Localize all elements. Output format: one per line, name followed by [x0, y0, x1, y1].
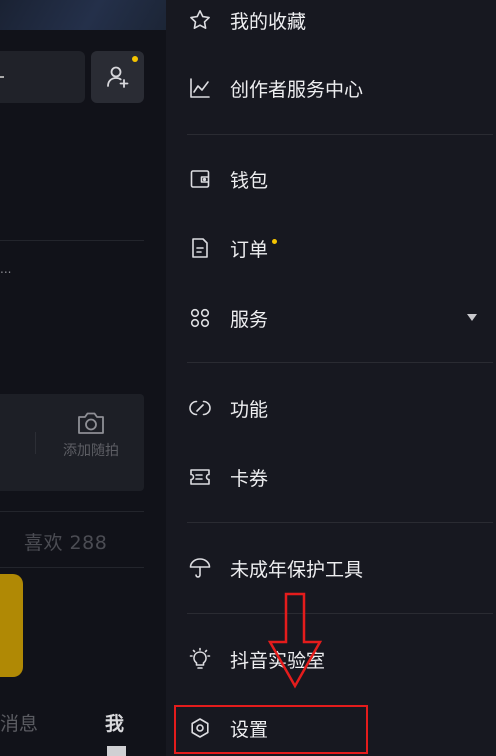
menu-item-label: 未成年保护工具 [230, 558, 364, 581]
grid-icon [187, 305, 213, 331]
tab-me[interactable]: 我 [105, 709, 124, 736]
divider [187, 613, 493, 614]
likes-tab[interactable]: 喜欢 288 [24, 528, 107, 555]
add-moment-label: 添加随拍 [63, 443, 119, 459]
notification-dot [272, 238, 278, 244]
profile-banner [0, 0, 166, 30]
chart-icon [187, 75, 213, 101]
umbrella-icon [187, 555, 213, 581]
yellow-card [0, 574, 23, 677]
order-icon [187, 235, 213, 261]
menu-item-creator-center[interactable]: 创作者服务中心 [187, 68, 487, 108]
add-friend-icon [106, 66, 128, 88]
menu-item-wallet[interactable]: 钱包 [187, 159, 487, 199]
menu-item-label: 创作者服务中心 [230, 78, 364, 101]
tab-indicator [107, 746, 126, 756]
camera-icon [78, 412, 104, 434]
card-separator [35, 432, 36, 454]
menu-item-label: 我的收藏 [230, 10, 307, 33]
notification-dot [132, 56, 138, 62]
wallet-icon [187, 166, 213, 192]
menu-item-label: 功能 [230, 398, 269, 421]
menu-item-features[interactable]: 功能 [187, 388, 487, 428]
profile-edit-field[interactable] [0, 51, 85, 103]
divider [0, 240, 144, 241]
add-friend-button[interactable] [91, 51, 144, 103]
divider [0, 511, 144, 512]
divider [187, 522, 493, 523]
divider [0, 567, 144, 568]
menu-item-minor-protection[interactable]: 未成年保护工具 [187, 548, 487, 588]
tab-messages[interactable]: 消息 [0, 709, 38, 736]
bulb-icon [187, 646, 213, 672]
menu-item-orders[interactable]: 订单 [187, 228, 487, 268]
menu-item-coupons[interactable]: 卡券 [187, 457, 487, 497]
menu-item-label: 钱包 [230, 169, 269, 192]
divider [187, 362, 493, 363]
truncated-text: ... [0, 262, 12, 276]
side-drawer: 我的收藏 创作者服务中心 钱包 订单 服务 功能 卡券 未成年保护工具 抖音实验… [166, 0, 496, 756]
chevron-down-icon[interactable] [467, 314, 477, 321]
menu-item-lab[interactable]: 抖音实验室 [187, 639, 487, 679]
link-icon [187, 395, 213, 421]
menu-item-label: 订单 [230, 238, 269, 261]
profile-page-background: ... 添加随拍 喜欢 288 消息 我 [0, 0, 166, 756]
add-moment-button[interactable]: 添加随拍 [63, 410, 119, 470]
red-down-arrow [267, 592, 323, 689]
divider [187, 134, 493, 135]
menu-item-label: 卡券 [230, 467, 269, 490]
settings-highlight-box [174, 705, 368, 754]
menu-item-services[interactable]: 服务 [187, 298, 487, 338]
field-caret [0, 76, 4, 78]
star-icon [187, 7, 213, 33]
menu-item-label: 服务 [230, 308, 269, 331]
menu-item-favorites[interactable]: 我的收藏 [187, 0, 487, 40]
ticket-icon [187, 464, 213, 490]
